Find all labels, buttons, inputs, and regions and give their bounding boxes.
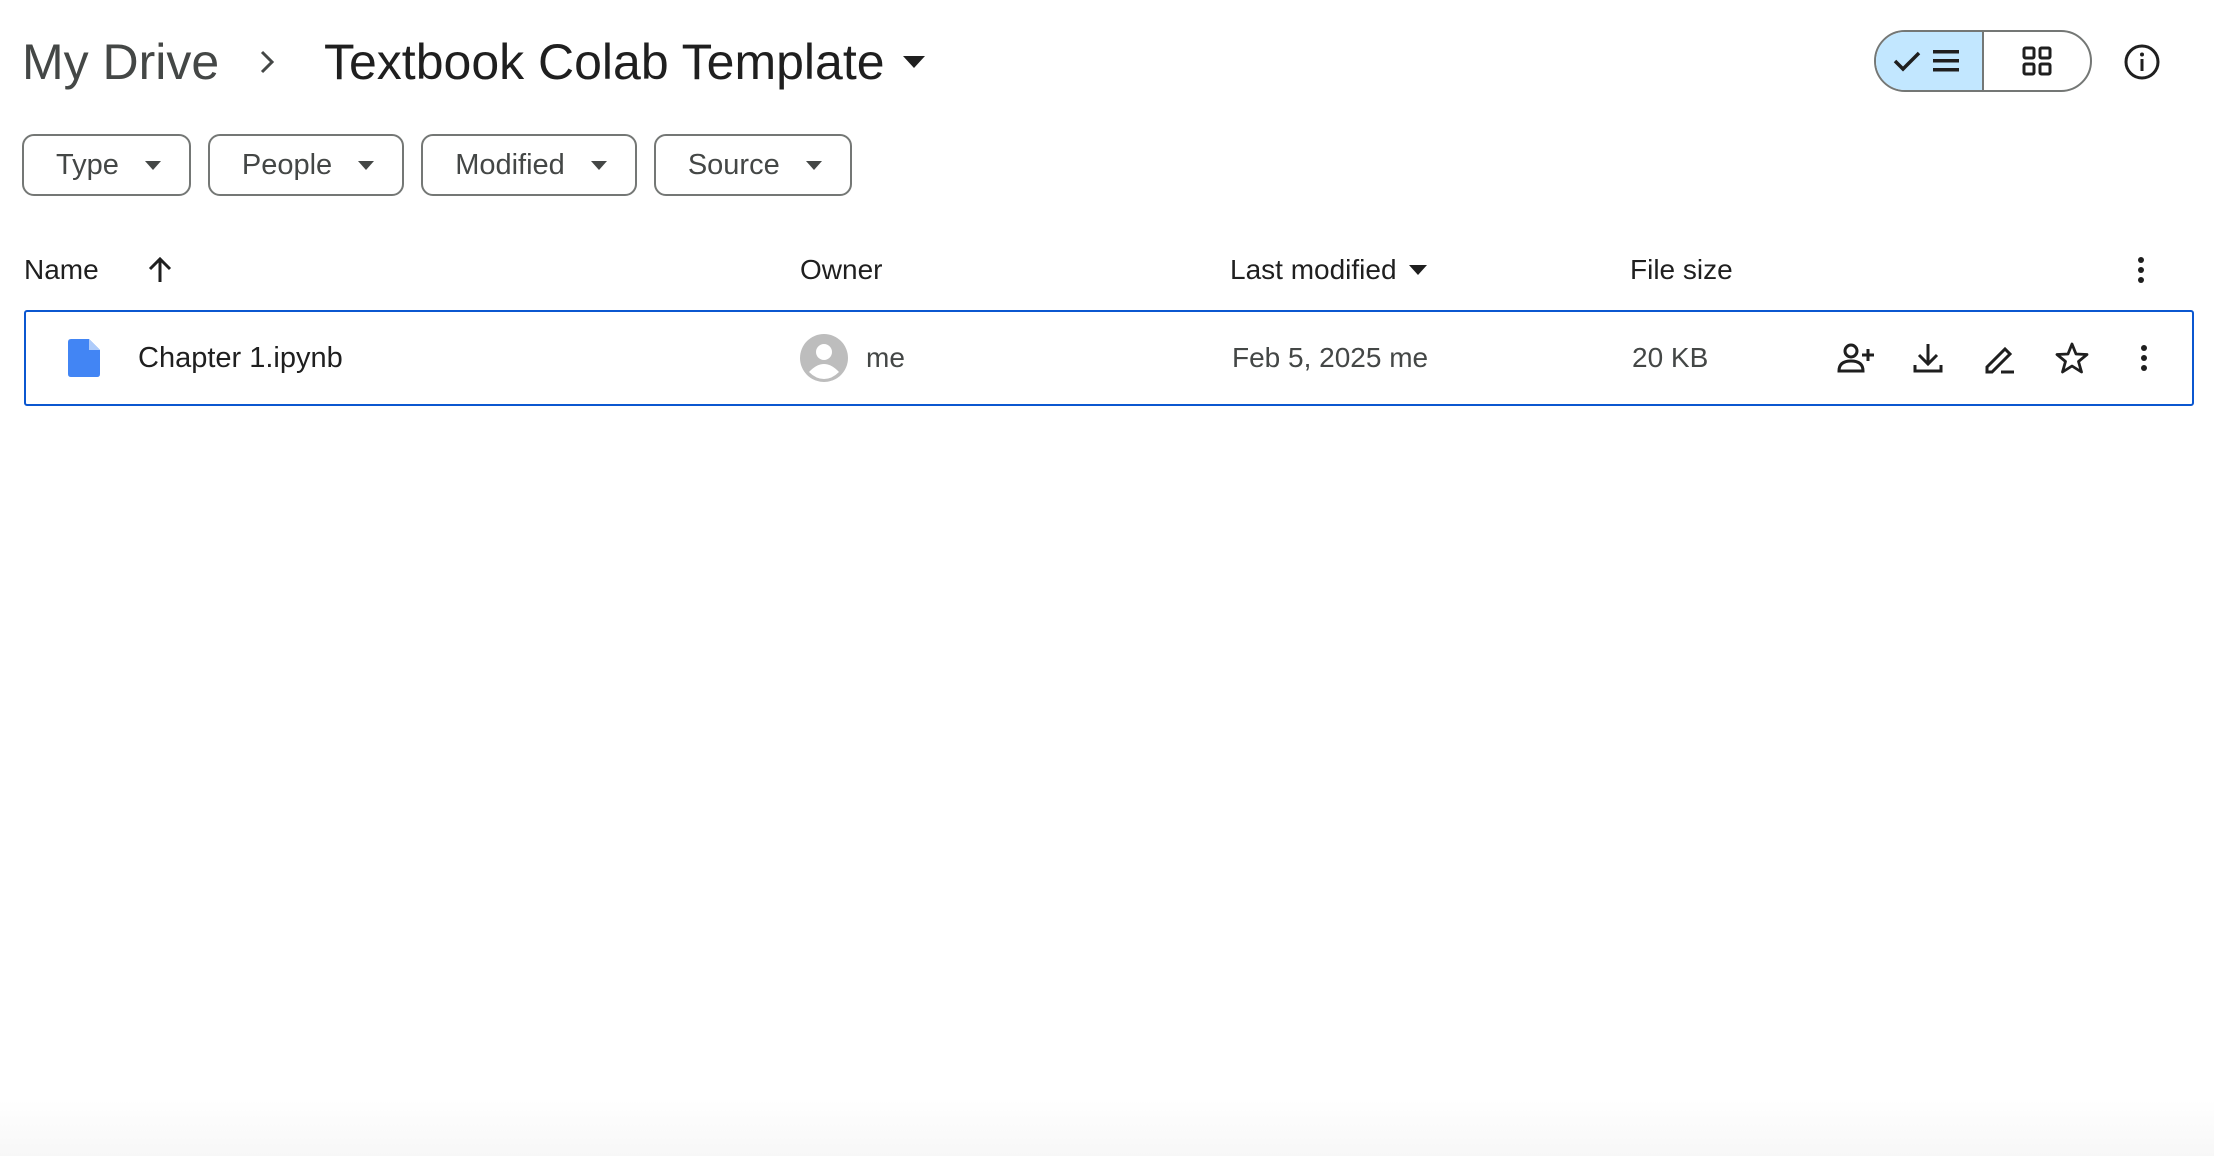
filter-bar: Type People Modified Source (22, 134, 852, 196)
caret-down-icon (1408, 265, 1427, 275)
more-vert-icon[interactable] (2126, 250, 2156, 290)
table-header: Name Owner Last modified File size (0, 240, 2214, 300)
filter-people-label: People (241, 148, 333, 181)
grid-icon (2022, 46, 2052, 76)
list-view-button[interactable] (1876, 32, 1984, 90)
avatar (800, 334, 848, 382)
filter-type-label: Type (56, 148, 119, 181)
filter-source[interactable]: Source (653, 134, 852, 196)
grid-view-button[interactable] (1984, 32, 2090, 90)
breadcrumb-my-drive[interactable]: My Drive (22, 30, 219, 94)
header: My Drive Textbook Colab Template (0, 0, 2214, 124)
table-row[interactable]: Chapter 1.ipynb me Feb 5, 2025 me 20 KB (24, 310, 2194, 406)
document-icon (68, 339, 100, 377)
more-actions-button[interactable] (2122, 336, 2166, 380)
caret-down-icon (358, 160, 375, 170)
breadcrumb-current-folder[interactable]: Textbook Colab Template (324, 30, 925, 94)
more-vert-icon (2141, 345, 2147, 371)
filter-people[interactable]: People (207, 134, 405, 196)
person-add-icon (1837, 343, 1874, 373)
drive-folder-view: My Drive Textbook Colab Template Type Pe… (0, 0, 2214, 1156)
owner-name: me (866, 342, 905, 373)
modified-by: me (1389, 342, 1429, 373)
chevron-right-icon (260, 50, 275, 74)
filter-modified-label: Modified (455, 148, 565, 181)
caret-down-icon (144, 160, 161, 170)
footer-shade (0, 1100, 2214, 1156)
caret-down-icon (590, 160, 607, 170)
star-icon (2055, 342, 2089, 374)
filter-modified[interactable]: Modified (421, 134, 637, 196)
caret-down-icon (805, 160, 822, 170)
last-modified-value: Feb 5, 2025 me (1232, 312, 1428, 404)
pencil-icon (1985, 346, 2014, 374)
column-header-owner: Owner (800, 254, 883, 285)
column-header-last-modified[interactable]: Last modified (1230, 240, 1427, 300)
column-header-file-size[interactable]: File size (1630, 240, 1733, 300)
column-header-name[interactable]: Name (24, 240, 99, 300)
file-size-value: 20 KB (1632, 342, 1709, 373)
caret-down-icon (902, 56, 925, 68)
list-icon (1893, 50, 1959, 72)
share-button[interactable] (1834, 336, 1878, 380)
star-button[interactable] (2050, 336, 2094, 380)
download-button[interactable] (1906, 336, 1950, 380)
filter-type[interactable]: Type (22, 134, 191, 196)
info-icon[interactable] (2120, 40, 2164, 84)
filter-source-label: Source (687, 148, 780, 181)
file-name: Chapter 1.ipynb (138, 341, 343, 374)
current-folder-title: Textbook Colab Template (324, 34, 885, 90)
arrow-up-icon[interactable] (142, 252, 178, 288)
download-icon (1913, 344, 1943, 373)
last-modified-label: Last modified (1230, 254, 1397, 285)
view-toggle (1874, 30, 2092, 92)
rename-button[interactable] (1978, 336, 2022, 380)
modified-date: Feb 5, 2025 (1232, 342, 1382, 373)
